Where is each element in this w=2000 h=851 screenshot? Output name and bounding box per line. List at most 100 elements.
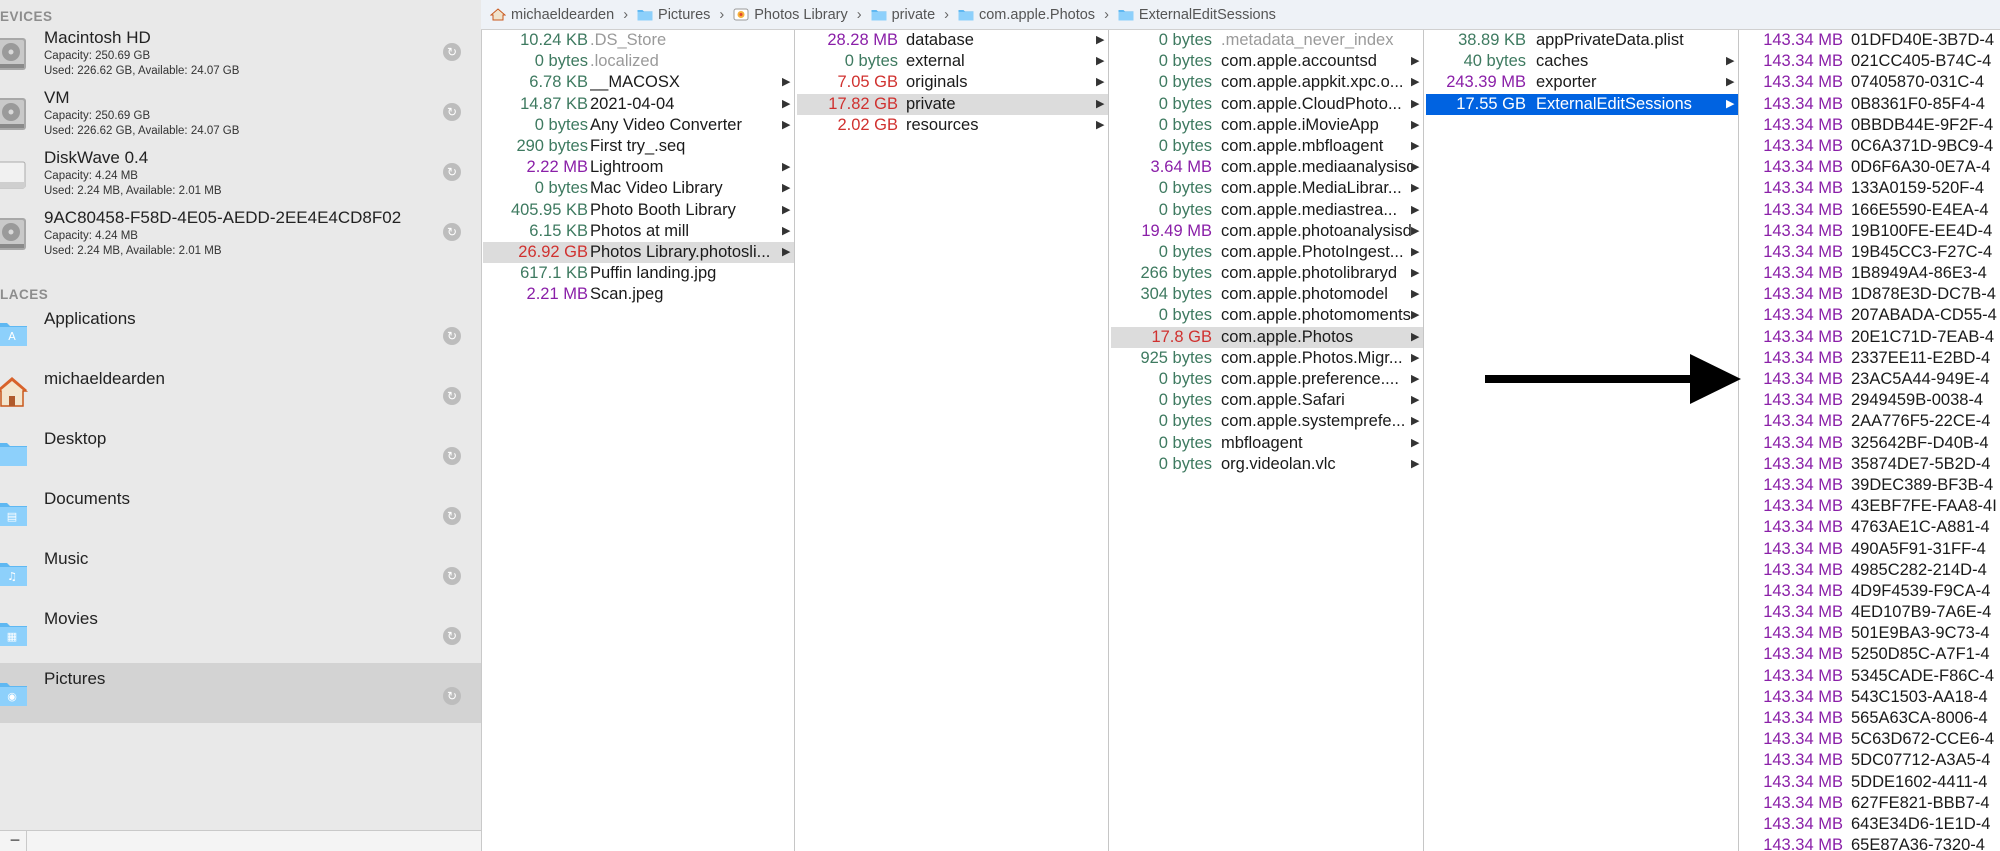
refresh-icon[interactable]: ↻ (443, 447, 461, 465)
sidebar-item-movies[interactable]: ▦ Movies ↻ (0, 603, 481, 663)
breadcrumb-item[interactable]: Pictures (637, 7, 710, 23)
list-item[interactable]: 0 bytes com.apple.mediastrea... ▶ (1111, 200, 1423, 221)
list-item[interactable]: 617.1 KB Puffin landing.jpg (483, 263, 794, 284)
list-item[interactable]: 6.78 KB __MACOSX ▶ (483, 72, 794, 93)
device-item[interactable]: DiskWave 0.4 Capacity: 4.24 MB Used: 2.24 … (0, 148, 481, 206)
list-item[interactable]: 0 bytes com.apple.accountsd ▶ (1111, 51, 1423, 72)
list-item[interactable]: 143.34 MB 2949459B-0038-4 (1741, 390, 2000, 411)
device-item[interactable]: VM Capacity: 250.69 GB Used: 226.62 GB, Av… (0, 88, 481, 146)
list-item[interactable]: 143.34 MB 20E1C71D-7EAB-4 (1741, 327, 2000, 348)
list-item[interactable]: 2.21 MB Scan.jpeg (483, 284, 794, 305)
list-item[interactable]: 143.34 MB 5DC07712-A3A5-4 (1741, 750, 2000, 771)
list-item[interactable]: 0 bytes mbfloagent ▶ (1111, 433, 1423, 454)
remove-button[interactable]: − (4, 831, 27, 851)
sidebar-item-music[interactable]: ♫ Music ↻ (0, 543, 481, 603)
list-item[interactable]: 7.05 GB originals ▶ (797, 72, 1108, 93)
list-item[interactable]: 143.34 MB 4763AE1C-A881-4 (1741, 517, 2000, 538)
list-item[interactable]: 143.34 MB 627FE821-BBB7-4 (1741, 793, 2000, 814)
list-item[interactable]: 143.34 MB 207ABADA-CD55-4 (1741, 305, 2000, 326)
list-item[interactable]: 0 bytes com.apple.CloudPhoto... ▶ (1111, 94, 1423, 115)
refresh-icon[interactable]: ↻ (443, 627, 461, 645)
list-item[interactable]: 290 bytes First try_.seq (483, 136, 794, 157)
list-item[interactable]: 143.34 MB 65E87A36-7320-4 (1741, 835, 2000, 851)
list-item[interactable]: 143.34 MB 01DFD40E-3B7D-4 (1741, 30, 2000, 51)
list-item[interactable]: 143.34 MB 39DEC389-BF3B-4 (1741, 475, 2000, 496)
list-item[interactable]: 0 bytes com.apple.PhotoIngest... ▶ (1111, 242, 1423, 263)
list-item[interactable]: 17.8 GB com.apple.Photos ▶ (1111, 326, 1423, 348)
list-item[interactable]: 143.34 MB 43EBF7FE-FAA8-4I (1741, 496, 2000, 517)
list-item[interactable]: 19.49 MB com.apple.photoanalysisd ▶ (1111, 221, 1423, 242)
list-item[interactable]: 143.34 MB 23AC5A44-949E-4 (1741, 369, 2000, 390)
breadcrumb-item[interactable]: michaeldearden (489, 7, 614, 23)
list-item[interactable]: 14.87 KB 2021-04-04 ▶ (483, 94, 794, 115)
list-item[interactable]: 143.34 MB 5345CADE-F86C-4 (1741, 666, 2000, 687)
list-item[interactable]: 0 bytes org.videolan.vlc ▶ (1111, 454, 1423, 475)
list-item[interactable]: 143.34 MB 643E34D6-1E1D-4 (1741, 814, 2000, 835)
list-item[interactable]: 143.34 MB 490A5F91-31FF-4 (1741, 539, 2000, 560)
list-item[interactable]: 143.34 MB 5250D85C-A7F1-4 (1741, 644, 2000, 665)
list-item[interactable]: 143.34 MB 501E9BA3-9C73-4 (1741, 623, 2000, 644)
list-item[interactable]: 0 bytes .localized (483, 51, 794, 72)
list-item[interactable]: 143.34 MB 0B8361F0-85F4-4 (1741, 94, 2000, 115)
list-item[interactable]: 143.34 MB 021CC405-B74C-4 (1741, 51, 2000, 72)
list-item[interactable]: 0 bytes com.apple.iMovieApp ▶ (1111, 115, 1423, 136)
sidebar-item-michaeldearden[interactable]: michaeldearden ↻ (0, 363, 481, 423)
breadcrumb-item[interactable]: Photos Library (733, 7, 848, 23)
list-item[interactable]: 0 bytes com.apple.MediaLibrar... ▶ (1111, 178, 1423, 199)
list-item[interactable]: 0 bytes .metadata_never_index (1111, 30, 1423, 51)
sidebar-item-documents[interactable]: ▤ Documents ↻ (0, 483, 481, 543)
sidebar-item-pictures[interactable]: ◉ Pictures ↻ (0, 663, 481, 723)
list-item[interactable]: 0 bytes Any Video Converter ▶ (483, 115, 794, 136)
refresh-icon[interactable]: ↻ (443, 567, 461, 585)
list-item[interactable]: 143.34 MB 5C63D672-CCE6-4 (1741, 729, 2000, 750)
breadcrumb-item[interactable]: com.apple.Photos (958, 7, 1095, 23)
list-item[interactable]: 2.02 GB resources ▶ (797, 115, 1108, 136)
list-item[interactable]: 28.28 MB database ▶ (797, 30, 1108, 51)
refresh-icon[interactable]: ↻ (443, 103, 461, 121)
sidebar-item-desktop[interactable]: Desktop ↻ (0, 423, 481, 483)
list-item[interactable]: 143.34 MB 19B45CC3-F27C-4 (1741, 242, 2000, 263)
device-item[interactable]: Macintosh HD Capacity: 250.69 GB Used: 226… (0, 28, 481, 86)
list-item[interactable]: 143.34 MB 2337EE11-E2BD-4 (1741, 348, 2000, 369)
list-item[interactable]: 0 bytes Mac Video Library ▶ (483, 178, 794, 199)
list-item[interactable]: 143.34 MB 166E5590-E4EA-4 (1741, 200, 2000, 221)
list-item[interactable]: 17.82 GB private ▶ (797, 93, 1108, 115)
list-item[interactable]: 143.34 MB 4ED107B9-7A6E-4 (1741, 602, 2000, 623)
list-item[interactable]: 143.34 MB 1B8949A4-86E3-4 (1741, 263, 2000, 284)
breadcrumb-item[interactable]: ExternalEditSessions (1118, 7, 1276, 23)
list-item[interactable]: 143.34 MB 0D6F6A30-0E7A-4 (1741, 157, 2000, 178)
list-item[interactable]: 0 bytes com.apple.preference.... ▶ (1111, 369, 1423, 390)
list-item[interactable]: 143.34 MB 5DDE1602-4411-4 (1741, 772, 2000, 793)
list-item[interactable]: 143.34 MB 35874DE7-5B2D-4 (1741, 454, 2000, 475)
list-item[interactable]: 0 bytes com.apple.appkit.xpc.o... ▶ (1111, 72, 1423, 93)
list-item[interactable]: 26.92 GB Photos Library.photosli... ▶ (483, 241, 794, 264)
refresh-icon[interactable]: ↻ (443, 687, 461, 705)
list-item[interactable]: 3.64 MB com.apple.mediaanalysisd ▶ (1111, 157, 1423, 178)
list-item[interactable]: 17.55 GB ExternalEditSessions ▶ (1426, 93, 1738, 115)
list-item[interactable]: 143.34 MB 4D9F4539-F9CA-4 (1741, 581, 2000, 602)
list-item[interactable]: 0 bytes external ▶ (797, 51, 1108, 72)
list-item[interactable]: 0 bytes com.apple.mbfloagent ▶ (1111, 136, 1423, 157)
list-item[interactable]: 2.22 MB Lightroom ▶ (483, 157, 794, 178)
device-item[interactable]: 9AC80458-F58D-4E05-AEDD-2EE4E4CD8F02 Capa… (0, 208, 481, 266)
refresh-icon[interactable]: ↻ (443, 507, 461, 525)
list-item[interactable]: 405.95 KB Photo Booth Library ▶ (483, 200, 794, 221)
list-item[interactable]: 143.34 MB 325642BF-D40B-4 (1741, 433, 2000, 454)
list-item[interactable]: 243.39 MB exporter ▶ (1426, 72, 1738, 93)
list-item[interactable]: 143.34 MB 565A63CA-8006-4 (1741, 708, 2000, 729)
list-item[interactable]: 38.89 KB appPrivateData.plist (1426, 30, 1738, 51)
list-item[interactable]: 143.34 MB 2AA776F5-22CE-4 (1741, 411, 2000, 432)
list-item[interactable]: 40 bytes caches ▶ (1426, 51, 1738, 72)
list-item[interactable]: 143.34 MB 19B100FE-EE4D-4 (1741, 221, 2000, 242)
list-item[interactable]: 143.34 MB 1D878E3D-DC7B-4 (1741, 284, 2000, 305)
breadcrumb-item[interactable]: private (871, 7, 935, 23)
list-item[interactable]: 0 bytes com.apple.photomoments ▶ (1111, 305, 1423, 326)
list-item[interactable]: 6.15 KB Photos at mill ▶ (483, 221, 794, 242)
refresh-icon[interactable]: ↻ (443, 43, 461, 61)
list-item[interactable]: 0 bytes com.apple.Safari ▶ (1111, 390, 1423, 411)
refresh-icon[interactable]: ↻ (443, 327, 461, 345)
refresh-icon[interactable]: ↻ (443, 163, 461, 181)
list-item[interactable]: 143.34 MB 133A0159-520F-4 (1741, 178, 2000, 199)
list-item[interactable]: 304 bytes com.apple.photomodel ▶ (1111, 284, 1423, 305)
list-item[interactable]: 143.34 MB 4985C282-214D-4 (1741, 560, 2000, 581)
